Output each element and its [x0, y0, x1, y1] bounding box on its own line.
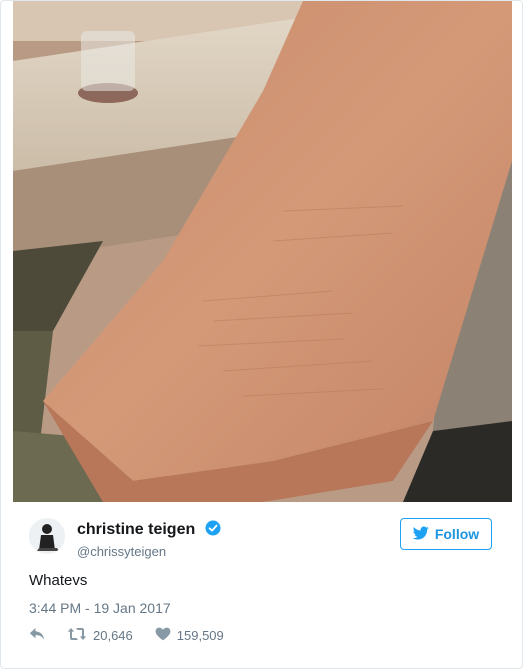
- bird-icon: [412, 526, 429, 543]
- avatar[interactable]: [29, 518, 65, 554]
- avatar-illustration: [29, 518, 65, 554]
- reply-button[interactable]: [29, 627, 45, 644]
- arm-photo-illustration: [13, 1, 512, 502]
- retweet-count: 20,646: [93, 627, 133, 643]
- like-button[interactable]: 159,509: [155, 627, 224, 644]
- like-count: 159,509: [176, 627, 224, 643]
- tweet-actions: 20,646 159,509: [29, 625, 224, 645]
- retweet-icon: [67, 627, 87, 644]
- tweet-header: christine teigen @chrissyteigen Follow: [29, 516, 494, 566]
- handle[interactable]: @chrissyteigen: [77, 544, 221, 559]
- tweet-photo[interactable]: [13, 1, 512, 502]
- tweet-embed: christine teigen @chrissyteigen Follow W…: [0, 0, 523, 669]
- verified-badge-icon: [205, 520, 221, 536]
- author-block[interactable]: christine teigen @chrissyteigen: [77, 520, 221, 559]
- follow-button[interactable]: Follow: [400, 518, 492, 550]
- heart-icon: [155, 627, 171, 644]
- tweet-text: Whatevs: [29, 572, 88, 589]
- display-name[interactable]: christine teigen: [77, 521, 195, 539]
- reply-icon: [29, 627, 45, 644]
- tweet-timestamp[interactable]: 3:44 PM - 19 Jan 2017: [29, 600, 171, 616]
- retweet-button[interactable]: 20,646: [67, 627, 133, 644]
- follow-label: Follow: [434, 526, 480, 542]
